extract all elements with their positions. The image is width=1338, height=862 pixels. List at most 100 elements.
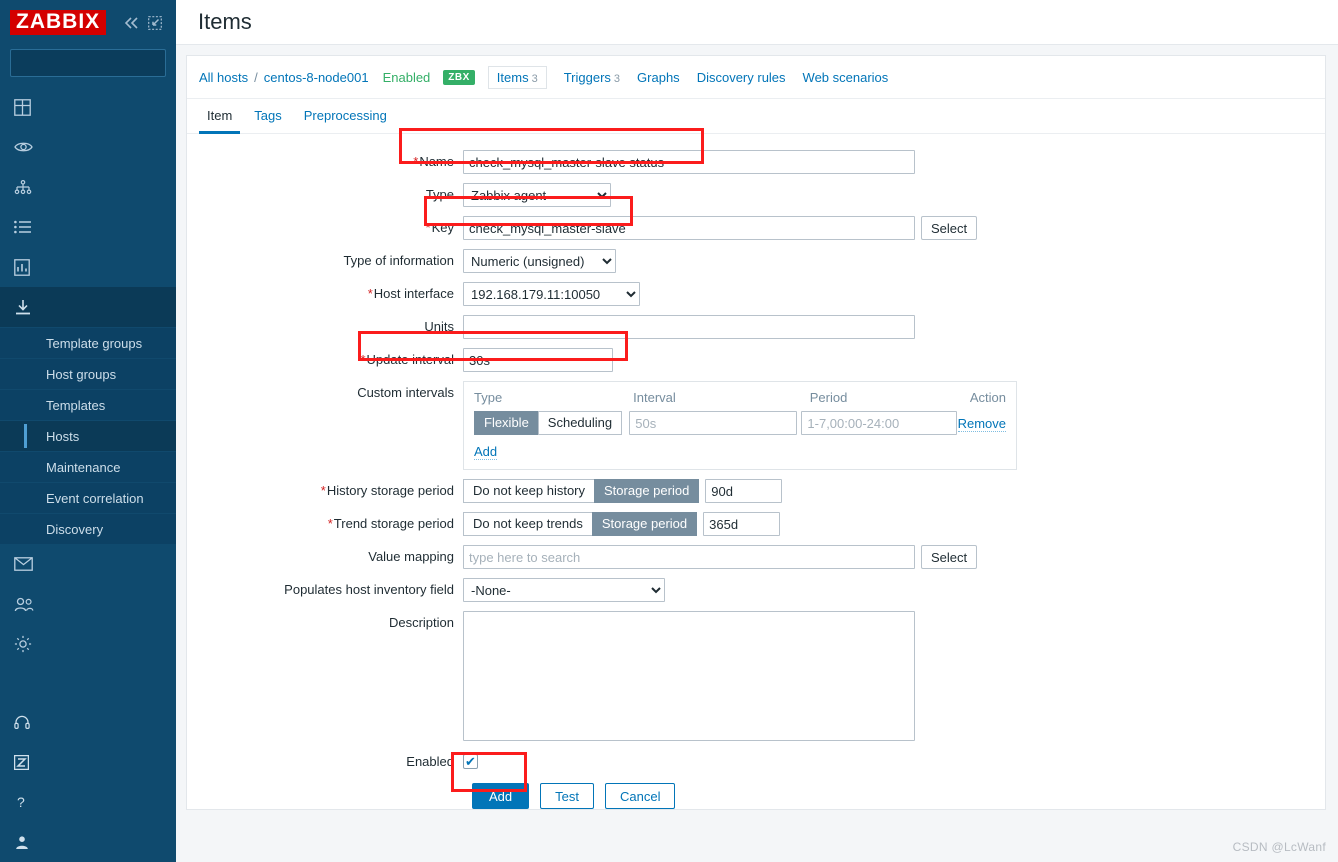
- field-row-host-interface: *Host interface 192.168.179.11:10050: [187, 282, 1325, 306]
- label-populates-host-inventory: Populates host inventory field: [284, 582, 454, 597]
- key-input[interactable]: [463, 216, 915, 240]
- breadcrumb-triggers[interactable]: Triggers 3: [564, 70, 620, 85]
- breadcrumb-discovery-rules[interactable]: Discovery rules: [697, 70, 786, 85]
- field-type-of-information: Numeric (unsigned): [463, 249, 616, 273]
- tab-preprocessing[interactable]: Preprocessing: [296, 99, 395, 134]
- breadcrumb-web-scenarios[interactable]: Web scenarios: [803, 70, 889, 85]
- custom-interval-type-toggle: Flexible Scheduling: [474, 411, 629, 435]
- search-input[interactable]: [17, 55, 176, 71]
- sidebar-item-label: Integrations: [29, 750, 176, 774]
- trend-storage-period-input[interactable]: [703, 512, 781, 536]
- dashboard-icon: [14, 98, 31, 116]
- breadcrumb-graphs[interactable]: Graphs: [637, 70, 680, 85]
- history-option-storage-period[interactable]: Storage period: [594, 479, 700, 503]
- breadcrumb-host[interactable]: centos-8-node001: [264, 70, 369, 85]
- app-root: ZABBIX Da: [0, 0, 1338, 862]
- label-description: Description: [388, 615, 454, 630]
- type-option-flexible[interactable]: Flexible: [474, 411, 538, 435]
- label-type-of-information: Type of information: [343, 253, 454, 268]
- value-mapping-select-button[interactable]: Select: [921, 545, 978, 569]
- breadcrumb-separator: /: [254, 70, 258, 85]
- field-enabled: ✔: [463, 750, 478, 769]
- host-interface-select[interactable]: 192.168.179.11:10050: [463, 282, 640, 306]
- list-icon: [14, 220, 32, 234]
- sidebar-item-data-collection[interactable]: Data collection ⌃: [0, 287, 176, 327]
- add-button[interactable]: Add: [472, 783, 530, 809]
- sidebar-item-maintenance[interactable]: Maintenance: [0, 451, 176, 482]
- update-interval-input[interactable]: [463, 348, 613, 372]
- tab-tags[interactable]: Tags: [246, 99, 289, 134]
- form-actions: Add Test Cancel: [463, 783, 1325, 809]
- name-input[interactable]: [463, 150, 915, 174]
- custom-period-input[interactable]: [801, 411, 958, 435]
- cancel-button[interactable]: Cancel: [604, 783, 676, 809]
- sidebar-item-hosts[interactable]: Hosts: [0, 420, 176, 451]
- populates-host-inventory-select[interactable]: -None-: [463, 578, 665, 602]
- status-badge-enabled[interactable]: Enabled: [383, 70, 431, 85]
- custom-interval-input[interactable]: [629, 411, 798, 435]
- sidebar-item-discovery[interactable]: Discovery: [0, 513, 176, 544]
- sidebar-item-label: Reports: [30, 255, 176, 279]
- trend-storage-segmented-control: Do not keep trends Storage period: [463, 512, 698, 536]
- trend-option-storage-period[interactable]: Storage period: [591, 512, 698, 536]
- key-select-button[interactable]: Select: [921, 216, 978, 240]
- sidebar-item-integrations[interactable]: Integrations: [0, 742, 176, 782]
- sidebar-item-alerts[interactable]: Alerts ⌄: [0, 544, 176, 584]
- breadcrumb-items-count: 3: [531, 73, 538, 85]
- sidebar-item-monitoring[interactable]: Monitoring ⌄: [0, 127, 176, 167]
- remove-link[interactable]: Remove: [957, 415, 1006, 432]
- sidebar-item-users[interactable]: Users ⌄: [0, 584, 176, 624]
- type-select[interactable]: Zabbix agent: [463, 183, 611, 207]
- chevron-double-left-icon[interactable]: [123, 16, 139, 30]
- collapse-view-icon[interactable]: [148, 15, 162, 30]
- type-option-scheduling[interactable]: Scheduling: [537, 411, 623, 435]
- sidebar-item-services[interactable]: Services ⌄: [0, 167, 176, 207]
- column-header-interval: Interval: [633, 390, 676, 405]
- field-row-populates-host-inventory: Populates host inventory field -None-: [187, 578, 1325, 602]
- sidebar-item-template-groups[interactable]: Template groups: [0, 327, 176, 358]
- add-interval-link[interactable]: Add: [474, 444, 498, 460]
- sidebar-item-event-correlation[interactable]: Event correlation: [0, 482, 176, 513]
- sidebar-search-wrap: [0, 45, 176, 87]
- type-of-information-select[interactable]: Numeric (unsigned): [463, 249, 616, 273]
- enabled-checkbox[interactable]: ✔: [463, 754, 478, 769]
- label-value-mapping: Value mapping: [368, 549, 454, 564]
- history-storage-period-input[interactable]: [705, 479, 783, 503]
- tab-item[interactable]: Item: [199, 99, 241, 134]
- sidebar-header: ZABBIX: [0, 0, 176, 45]
- sidebar-item-reports[interactable]: Reports ⌄: [0, 247, 176, 287]
- label-units: Units: [424, 319, 454, 334]
- value-mapping-input[interactable]: [463, 545, 915, 569]
- breadcrumb-tab-items[interactable]: Items 3: [487, 66, 547, 89]
- field-row-type-of-information: Type of information Numeric (unsigned): [187, 249, 1325, 273]
- required-marker: *: [320, 483, 326, 498]
- custom-interval-interval-cell: [629, 411, 801, 435]
- test-button[interactable]: Test: [540, 783, 594, 809]
- page-header: Items: [176, 0, 1338, 45]
- sidebar-item-host-groups[interactable]: Host groups: [0, 358, 176, 389]
- custom-intervals-header: Type Interval Period Action: [474, 390, 1006, 411]
- breadcrumb-items-label: Items: [496, 70, 529, 85]
- sidebar-item-support[interactable]: Support: [0, 702, 176, 742]
- sidebar-item-templates[interactable]: Templates: [0, 389, 176, 420]
- field-populates-host-inventory: -None-: [463, 578, 665, 602]
- trend-option-do-not-keep[interactable]: Do not keep trends: [463, 512, 592, 536]
- zabbix-logo[interactable]: ZABBIX: [10, 10, 107, 35]
- zbx-badge[interactable]: ZBX: [443, 70, 475, 85]
- sidebar-item-dashboards[interactable]: Dashboards: [0, 87, 176, 127]
- sidebar-item-user-settings[interactable]: User settings ⌄: [0, 822, 176, 862]
- history-option-do-not-keep[interactable]: Do not keep history: [463, 479, 595, 503]
- field-trend-storage-period: Do not keep trends Storage period: [463, 512, 781, 536]
- sidebar-item-administration[interactable]: Administration ⌄: [0, 624, 176, 664]
- description-textarea[interactable]: [463, 611, 915, 741]
- sidebar-item-label: Services: [32, 175, 176, 199]
- sidebar-item-help[interactable]: ? Help: [0, 782, 176, 822]
- breadcrumb-all-hosts[interactable]: All hosts: [199, 70, 248, 85]
- units-input[interactable]: [463, 315, 915, 339]
- search-box[interactable]: [10, 49, 176, 77]
- field-name: [463, 150, 915, 174]
- column-header-action: Action: [969, 390, 1006, 405]
- field-row-value-mapping: Value mapping Select: [187, 545, 1325, 569]
- sidebar-item-inventory[interactable]: Inventory ⌄: [0, 207, 176, 247]
- label-enabled: Enabled: [406, 754, 454, 769]
